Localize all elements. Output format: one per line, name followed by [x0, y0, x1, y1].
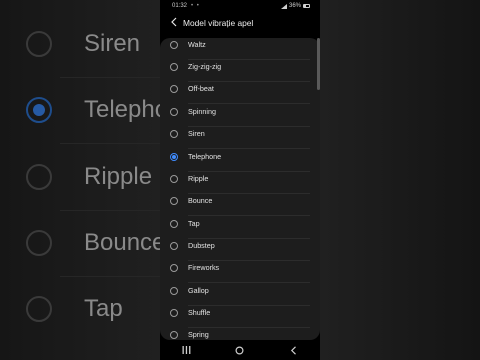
list-item[interactable]: Ripple — [160, 172, 320, 194]
option-label: Ripple — [188, 174, 209, 183]
divider — [188, 103, 310, 104]
recents-button[interactable] — [177, 342, 197, 358]
list-item[interactable]: Fireworks — [160, 261, 320, 283]
radio-button[interactable] — [170, 331, 178, 339]
option-label: Waltz — [188, 40, 206, 49]
background-left: Siren Telephone Ripple Bounce Tap — [0, 0, 160, 360]
radio-button[interactable] — [170, 309, 178, 317]
bg-divider — [60, 276, 160, 277]
option-label: Zig-zig-zig — [188, 62, 222, 71]
radio-button[interactable] — [170, 85, 178, 93]
list-item[interactable]: Waltz — [160, 38, 320, 60]
list-item[interactable]: Off-beat — [160, 82, 320, 104]
bg-divider — [60, 210, 160, 211]
radio-button[interactable] — [170, 63, 178, 71]
bg-option-row: Ripple — [26, 157, 152, 197]
list-item[interactable]: Gallop — [160, 284, 320, 306]
list-item[interactable]: Tap — [160, 217, 320, 239]
bg-option-row: Bounce — [26, 223, 160, 263]
radio-button[interactable] — [170, 41, 178, 49]
app-header: Model vibrație apel — [160, 14, 320, 34]
list-item[interactable]: Shuffle — [160, 306, 320, 328]
divider — [188, 215, 310, 216]
list-item[interactable]: Bounce — [160, 194, 320, 216]
option-label: Dubstep — [188, 241, 215, 250]
list-item[interactable]: Spinning — [160, 105, 320, 127]
bg-option-label: Telephone — [84, 96, 160, 123]
status-time: 01:32 — [172, 3, 188, 9]
option-label: Spinning — [188, 107, 216, 116]
option-label: Bounce — [188, 196, 213, 205]
list-item-selected[interactable]: Telephone — [160, 150, 320, 172]
radio-button[interactable] — [170, 175, 178, 183]
option-label: Tap — [188, 219, 200, 228]
radio-button-selected[interactable] — [170, 153, 178, 161]
bg-option-label: Ripple — [84, 163, 153, 190]
list-item[interactable]: Dubstep — [160, 239, 320, 261]
option-label: Siren — [188, 129, 205, 138]
nav-back-icon — [290, 345, 296, 355]
bg-radio — [26, 164, 52, 190]
bg-radio — [26, 31, 52, 57]
radio-button[interactable] — [170, 264, 178, 272]
option-label: Spring — [188, 330, 209, 339]
list-item[interactable]: Siren — [160, 127, 320, 149]
list-item[interactable]: Zig-zig-zig — [160, 60, 320, 82]
bg-radio — [26, 296, 52, 322]
notification-dots: • • — [191, 3, 200, 9]
background-right — [320, 0, 480, 360]
nav-back-button[interactable] — [283, 342, 303, 358]
signal-icon — [280, 3, 287, 9]
bg-radio-selected — [26, 97, 52, 123]
bg-option-row: Tap — [26, 289, 123, 329]
radio-button[interactable] — [170, 220, 178, 228]
option-label: Off-beat — [188, 84, 214, 93]
bg-divider — [60, 77, 160, 78]
bg-divider — [60, 143, 160, 144]
status-right: 36% — [280, 3, 310, 9]
radio-button[interactable] — [170, 197, 178, 205]
bg-option-row: Telephone — [26, 90, 160, 130]
home-icon — [235, 345, 244, 355]
option-label: Gallop — [188, 286, 209, 295]
option-label: Fireworks — [188, 263, 220, 272]
bg-option-label: Siren — [84, 30, 141, 57]
bg-option-label: Tap — [84, 295, 123, 322]
divider — [188, 148, 310, 149]
back-button[interactable] — [166, 16, 182, 32]
list-item[interactable]: Spring — [160, 328, 320, 340]
recents-icon — [182, 346, 191, 354]
radio-button[interactable] — [170, 108, 178, 116]
divider — [188, 282, 310, 283]
back-arrow-icon — [171, 17, 177, 27]
vibration-pattern-list[interactable]: Waltz Zig-zig-zig Off-beat Spinning Sire… — [160, 38, 320, 340]
radio-button[interactable] — [170, 287, 178, 295]
status-bar: 01:32 • • 36% — [160, 0, 320, 14]
option-label: Shuffle — [188, 308, 211, 317]
phone-screen: 01:32 • • 36% Model vibrație apel Waltz … — [160, 0, 320, 360]
bg-option-label: Bounce — [84, 229, 160, 256]
radio-button[interactable] — [170, 130, 178, 138]
bg-option-row: Siren — [26, 24, 140, 64]
battery-icon — [303, 4, 310, 8]
option-label: Telephone — [188, 152, 222, 161]
home-button[interactable] — [230, 342, 250, 358]
navigation-bar — [160, 340, 320, 360]
battery-percent: 36% — [288, 3, 301, 9]
bg-radio — [26, 230, 52, 256]
page-title: Model vibrație apel — [183, 18, 254, 28]
radio-button[interactable] — [170, 242, 178, 250]
scrollbar[interactable] — [317, 38, 320, 90]
